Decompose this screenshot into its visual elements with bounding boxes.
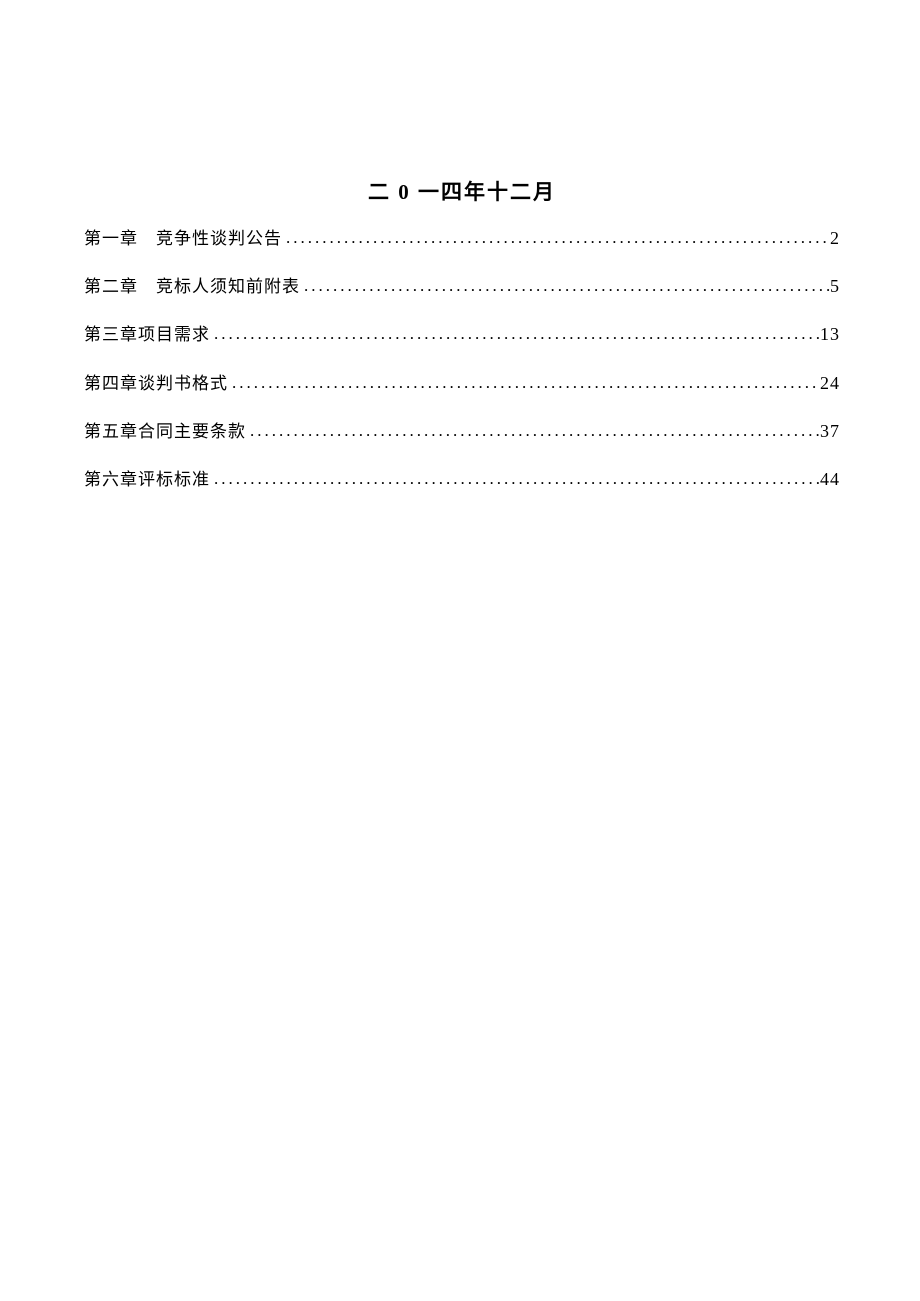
toc-entry: 第五章合同主要条款 ..............................… (84, 419, 840, 444)
toc-entry: 第三章项目需求 ................................… (84, 322, 840, 347)
toc-leader-dots: ........................................… (210, 322, 820, 346)
toc-label: 第三章项目需求 (84, 323, 210, 347)
toc-page-number: 24 (820, 371, 840, 396)
page-title: 二 0 一四年十二月 (84, 176, 840, 206)
toc-label: 第四章谈判书格式 (84, 372, 228, 396)
toc-leader-dots: ........................................… (282, 226, 830, 250)
toc-page-number: 37 (820, 419, 840, 444)
table-of-contents: 第一章 竞争性谈判公告 ............................… (84, 226, 840, 492)
toc-leader-dots: ........................................… (210, 467, 820, 491)
toc-entry: 第一章 竞争性谈判公告 ............................… (84, 226, 840, 251)
toc-label: 第二章 竞标人须知前附表 (84, 275, 300, 299)
toc-page-number: 44 (820, 467, 840, 492)
toc-label: 第一章 竞争性谈判公告 (84, 227, 282, 251)
toc-entry: 第二章 竞标人须知前附表 ...........................… (84, 274, 840, 299)
toc-page-number: 5 (830, 274, 840, 299)
toc-label: 第六章评标标准 (84, 468, 210, 492)
toc-entry: 第四章谈判书格式 ...............................… (84, 371, 840, 396)
document-page: 二 0 一四年十二月 第一章 竞争性谈判公告 .................… (0, 0, 920, 492)
toc-page-number: 2 (830, 226, 840, 251)
toc-page-number: 13 (820, 322, 840, 347)
toc-leader-dots: ........................................… (300, 274, 830, 298)
toc-entry: 第六章评标标准 ................................… (84, 467, 840, 492)
toc-label: 第五章合同主要条款 (84, 420, 246, 444)
toc-leader-dots: ........................................… (246, 419, 820, 443)
toc-leader-dots: ........................................… (228, 371, 820, 395)
